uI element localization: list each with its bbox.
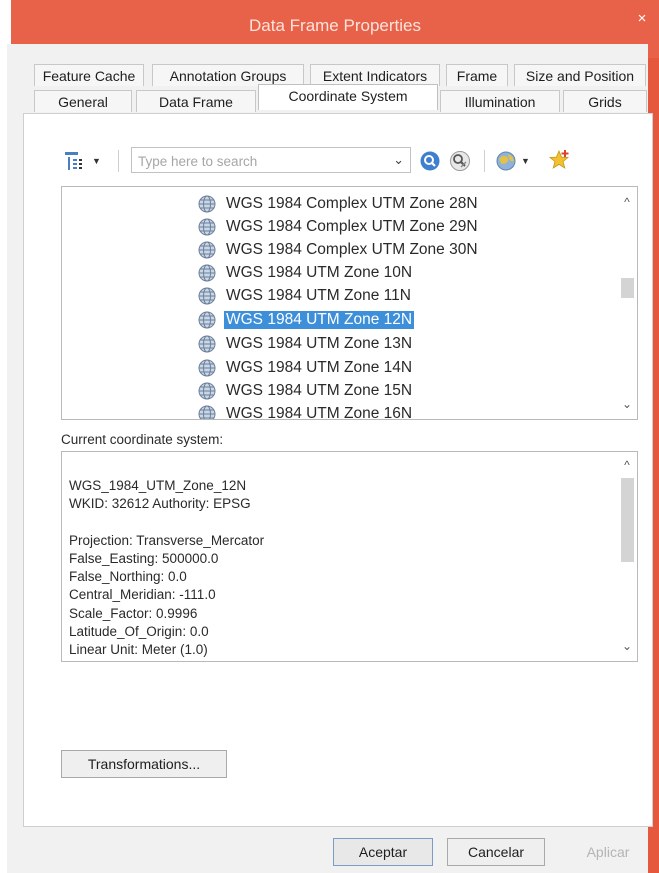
chevron-down-icon: ▼ [521,156,530,166]
detail-line: Linear Unit: Meter (1.0) [69,642,208,658]
tab-label: Grids [588,94,622,110]
list-item[interactable]: WGS 1984 Complex UTM Zone 29N [198,216,480,238]
search-button[interactable] [419,149,441,173]
projected-coordinate-system-icon [198,241,216,259]
list-item-label: WGS 1984 UTM Zone 13N [226,335,413,352]
detail-line: WGS_1984_UTM_Zone_12N [69,478,247,494]
tab-label: Coordinate System [288,88,408,104]
search-icon [420,151,440,171]
tab-label: Frame [456,68,498,84]
current-system-details[interactable]: WGS_1984_UTM_Zone_12N WKID: 32612 Author… [61,451,638,662]
scroll-down-icon[interactable]: ⌄ [617,637,637,655]
globe-icon [496,151,516,171]
list-item-label: WGS 1984 UTM Zone 11N [226,287,411,304]
detail-line: False_Easting: 500000.0 [69,551,219,567]
scrollbar-thumb[interactable] [621,278,634,298]
projected-coordinate-system-icon [198,287,216,305]
list-item[interactable]: WGS 1984 UTM Zone 13N [198,333,414,355]
tab-general[interactable]: General [34,90,132,112]
list-item-label: WGS 1984 Complex UTM Zone 29N [226,218,478,235]
list-item-label: WGS 1984 Complex UTM Zone 28N [226,195,478,212]
list-item-label: WGS 1984 UTM Zone 14N [226,359,413,376]
current-system-label: Current coordinate system: [61,432,224,447]
scroll-up-icon[interactable]: ^ [617,193,637,211]
tab-illumination[interactable]: Illumination [440,90,560,112]
tab-label: Size and Position [525,68,635,84]
current-system-text: WGS_1984_UTM_Zone_12N WKID: 32612 Author… [69,459,264,659]
list-item[interactable]: WGS 1984 Complex UTM Zone 30N [198,239,480,261]
window-title: Data Frame Properties [249,16,421,35]
cancel-button[interactable]: Cancelar [447,838,545,866]
projected-coordinate-system-icon [198,359,216,377]
list-scrollbar[interactable]: ^ ⌄ [617,187,637,419]
ok-button[interactable]: Aceptar [333,838,433,866]
add-favorite-button[interactable] [547,148,571,172]
list-item-label: WGS 1984 UTM Zone 16N [226,405,413,420]
clear-search-button[interactable] [449,149,471,173]
tab-label: Feature Cache [42,68,136,84]
detail-line: False_Northing: 0.0 [69,569,187,585]
list-item-label: WGS 1984 Complex UTM Zone 30N [226,241,478,258]
tab-data-frame[interactable]: Data Frame [136,90,256,112]
projected-coordinate-system-icon [198,218,216,236]
transformations-button[interactable]: Transformations... [61,750,227,778]
globe-menu-button[interactable]: ▼ [495,149,530,173]
search-input[interactable] [136,149,380,173]
tab-label: General [58,94,108,110]
list-item-label: WGS 1984 UTM Zone 15N [226,382,413,399]
details-scrollbar[interactable]: ^ ⌄ [617,452,637,661]
clear-search-icon [450,151,470,171]
close-button[interactable]: × [631,8,653,30]
projected-coordinate-system-icon [198,405,216,419]
close-icon: × [637,10,647,27]
toolbar-divider [484,150,485,172]
list-item[interactable]: WGS 1984 Complex UTM Zone 28N [198,193,480,215]
projected-coordinate-system-icon [198,335,216,353]
tab-label: Illumination [464,94,536,110]
projected-coordinate-system-icon [198,195,216,213]
tab-size-and-position[interactable]: Size and Position [514,64,646,86]
tab-frame[interactable]: Frame [446,64,508,86]
list-item[interactable]: WGS 1984 UTM Zone 16N [198,403,414,420]
projected-coordinate-system-icon [198,264,216,282]
filter-dropdown-button[interactable]: ▼ [64,149,101,173]
chevron-down-icon[interactable]: ⌄ [393,152,404,168]
list-item[interactable]: WGS 1984 UTM Zone 10N [198,262,414,284]
filter-icon [65,152,82,170]
tab-label: Annotation Groups [169,68,287,84]
detail-line: Latitude_Of_Origin: 0.0 [69,623,209,639]
tab-extent-indicators[interactable]: Extent Indicators [310,64,440,86]
projected-coordinate-system-icon [198,382,216,400]
add-favorite-icon [548,149,570,169]
list-item-label: WGS 1984 UTM Zone 12N [224,311,415,329]
tab-feature-cache[interactable]: Feature Cache [34,64,144,86]
list-item-label: WGS 1984 UTM Zone 10N [226,264,413,281]
list-item[interactable]: WGS 1984 UTM Zone 11N [198,285,413,307]
detail-line: Scale_Factor: 0.9996 [69,605,198,621]
chevron-down-icon: ▼ [92,156,101,166]
tab-label: Data Frame [159,94,233,110]
scroll-up-icon[interactable]: ^ [617,456,637,474]
detail-line: WKID: 32612 Authority: EPSG [69,496,251,512]
scrollbar-thumb[interactable] [621,478,634,562]
scroll-down-icon[interactable]: ⌄ [617,395,637,413]
list-item-selected[interactable]: WGS 1984 UTM Zone 12N [198,309,415,331]
tab-grids[interactable]: Grids [563,90,647,112]
tab-coordinate-system[interactable]: Coordinate System [258,84,438,110]
search-box[interactable]: ⌄ [131,147,411,173]
toolbar-divider [118,150,119,172]
detail-line: Central_Meridian: -111.0 [69,587,216,603]
apply-button[interactable]: Aplicar [560,838,656,866]
coordinate-system-list[interactable]: WGS 1984 Complex UTM Zone 28N WGS 1984 C… [61,186,638,420]
projected-coordinate-system-icon [198,311,216,329]
list-item[interactable]: WGS 1984 UTM Zone 14N [198,357,414,379]
list-item[interactable]: WGS 1984 UTM Zone 15N [198,380,414,402]
tab-label: Extent Indicators [322,68,428,84]
tab-annotation-groups[interactable]: Annotation Groups [152,64,304,86]
detail-line: Projection: Transverse_Mercator [69,532,265,548]
